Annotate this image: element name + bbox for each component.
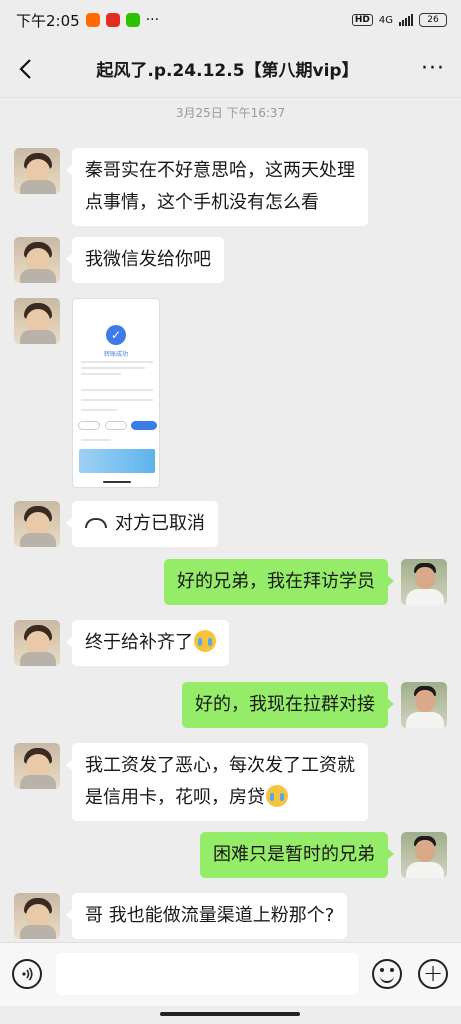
chat-title: 起风了.p.24.12.5【第八期vip】	[96, 61, 359, 81]
message-timestamp: 3月25日 下午16:37	[175, 106, 286, 120]
image-message[interactable]: ✓ 转账成功	[72, 298, 160, 488]
status-bar: 下午2:05 ··· HD 4G 26	[0, 0, 461, 40]
chat-header: 起风了.p.24.12.5【第八期vip】 ···	[0, 40, 461, 98]
message-bubble[interactable]: 我微信发给你吧	[66, 237, 224, 283]
message-bubble[interactable]: 我工资发了恶心，每次发了工资就 是信用卡，花呗，房贷	[66, 743, 368, 821]
call-declined-icon	[85, 518, 107, 528]
message-bubble[interactable]: 好的兄弟，我在拜访学员	[164, 559, 394, 605]
more-options-button[interactable]: ···	[405, 40, 461, 98]
crying-emoji-icon	[194, 630, 216, 652]
signal-icon	[399, 14, 413, 26]
message-bubble[interactable]: 哥 我也能做流量渠道上粉那个?	[65, 893, 348, 939]
my-avatar[interactable]	[401, 682, 447, 728]
status-more-icon: ···	[145, 12, 160, 28]
contact-avatar[interactable]	[14, 148, 60, 194]
message-text: 我微信发给你吧	[85, 249, 211, 270]
crying-emoji-icon	[266, 785, 288, 807]
contact-avatar[interactable]	[14, 893, 60, 939]
message-text: 对方已取消	[115, 513, 205, 534]
checkmark-icon: ✓	[106, 325, 126, 345]
message-text-line: 点事情，这个手机没有怎么看	[85, 192, 319, 213]
chat-area[interactable]: 3月25日 下午16:37 秦哥实在不好意思哈，这两天处理 点事情，这个手机没有…	[0, 98, 461, 942]
contact-avatar[interactable]	[14, 620, 60, 666]
message-text-line: 秦哥实在不好意思哈，这两天处理	[85, 160, 355, 181]
plus-icon[interactable]: +	[418, 959, 448, 989]
contact-avatar[interactable]	[14, 298, 60, 344]
message-text-line: 我工资发了恶心，每次发了工资就	[85, 755, 355, 776]
message-text-line: 是信用卡，花呗，房贷	[85, 787, 265, 808]
message-text: 好的，我现在拉群对接	[195, 694, 375, 715]
input-bar: +	[0, 942, 461, 1006]
contact-avatar[interactable]	[14, 237, 60, 283]
pinduoduo-app-icon	[105, 13, 120, 27]
message-bubble[interactable]: 秦哥实在不好意思哈，这两天处理 点事情，这个手机没有怎么看	[66, 148, 368, 226]
status-time: 下午2:05	[16, 11, 80, 30]
voice-icon[interactable]	[12, 959, 42, 989]
emoji-icon[interactable]	[372, 959, 402, 989]
message-bubble[interactable]: 困难只是暂时的兄弟	[200, 832, 394, 878]
image-transfer-title: 转账成功	[103, 351, 128, 358]
message-text: 困难只是暂时的兄弟	[213, 844, 375, 865]
mi-app-icon	[85, 13, 100, 27]
contact-avatar[interactable]	[14, 501, 60, 547]
message-text: 哥 我也能做流量渠道上粉那个?	[85, 905, 335, 926]
message-text: 终于给补齐了	[85, 632, 193, 653]
home-indicator[interactable]	[160, 1012, 300, 1016]
message-input[interactable]	[56, 953, 358, 995]
voice-waves-icon	[22, 967, 33, 981]
message-text: 好的兄弟，我在拜访学员	[177, 571, 375, 592]
message-bubble[interactable]: 终于给补齐了	[66, 620, 229, 666]
network-label: 4G	[378, 14, 393, 26]
wechat-app-icon	[125, 13, 140, 27]
battery-icon: 26	[419, 13, 447, 27]
chevron-left-icon	[19, 58, 31, 79]
message-bubble[interactable]: 好的，我现在拉群对接	[182, 682, 394, 728]
my-avatar[interactable]	[401, 559, 447, 605]
hd-badge: HD	[351, 14, 373, 26]
my-avatar[interactable]	[401, 832, 447, 878]
contact-avatar[interactable]	[14, 743, 60, 789]
call-declined-bubble[interactable]: 对方已取消	[66, 501, 218, 547]
back-button[interactable]	[0, 40, 50, 98]
promo-banner-image	[79, 449, 155, 473]
